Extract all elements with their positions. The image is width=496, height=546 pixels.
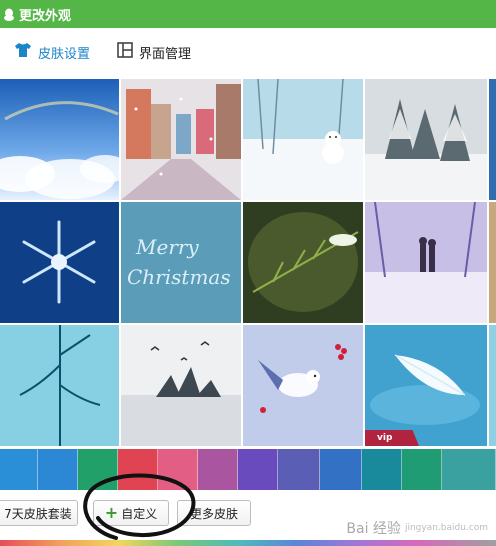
color-swatch[interactable]	[158, 449, 198, 490]
seven-day-skin-package-button[interactable]: 7天皮肤套装	[0, 500, 78, 526]
layout-icon	[117, 42, 133, 62]
more-skins-button[interactable]: 更多皮肤	[177, 500, 251, 526]
svg-text:Merry: Merry	[135, 235, 199, 259]
color-swatch[interactable]	[320, 449, 362, 490]
color-swatch[interactable]	[442, 449, 496, 490]
color-swatch[interactable]	[38, 449, 78, 490]
color-swatch[interactable]	[78, 449, 118, 490]
skin-tile-sky-clouds[interactable]	[0, 79, 119, 200]
change-appearance-window: 更改外观 皮肤设置 界面管理 Merry Christmas vip 7天皮肤套…	[0, 0, 496, 546]
color-swatch[interactable]	[118, 449, 158, 490]
skin-tile-bird-red-berries[interactable]	[243, 325, 363, 446]
tab-interface-management[interactable]: 界面管理	[105, 28, 191, 76]
title-bar: 更改外观	[0, 0, 496, 28]
skin-tile-frozen-branches[interactable]	[0, 325, 119, 446]
penguin-icon	[2, 7, 16, 21]
skin-tile-fir-branch-snow[interactable]	[243, 202, 363, 323]
vip-badge: vip	[365, 430, 419, 446]
color-swatch[interactable]	[278, 449, 320, 490]
tshirt-icon	[14, 42, 32, 62]
skin-tile-snowy-street[interactable]	[121, 79, 241, 200]
skin-tile-merry-christmas-frost[interactable]: Merry Christmas	[121, 202, 241, 323]
skin-tile-partial-2[interactable]	[489, 202, 496, 323]
palette-strip-bottom	[0, 540, 496, 546]
tab-interface-management-label: 界面管理	[139, 46, 192, 62]
skin-tile-snowman[interactable]	[243, 79, 363, 200]
skin-tile-partial-3[interactable]	[489, 325, 496, 446]
window-title: 更改外观	[19, 8, 72, 24]
svg-text:Christmas: Christmas	[127, 265, 231, 289]
custom-skin-label: 自定义	[121, 506, 158, 521]
color-swatch[interactable]	[238, 449, 278, 490]
skin-tile-couple-snow-walk[interactable]	[365, 202, 487, 323]
color-palette	[0, 449, 496, 490]
skin-tile-white-feather[interactable]: vip	[365, 325, 487, 446]
skin-tile-partial-1[interactable]	[489, 79, 496, 200]
skin-tile-snowflake[interactable]	[0, 202, 119, 323]
bottom-bar: 7天皮肤套装 + 自定义 更多皮肤	[0, 490, 496, 546]
skin-tile-snowy-forest[interactable]	[365, 79, 487, 200]
skin-tile-winter-lake-birds[interactable]	[121, 325, 241, 446]
tab-bar: 皮肤设置 界面管理	[0, 28, 496, 76]
tab-skin-settings[interactable]: 皮肤设置	[0, 28, 105, 76]
color-swatch[interactable]	[0, 449, 38, 490]
custom-skin-button[interactable]: + 自定义	[93, 500, 169, 526]
plus-icon: +	[104, 503, 119, 522]
color-swatch[interactable]	[402, 449, 442, 490]
color-swatch[interactable]	[362, 449, 402, 490]
skin-grid: Merry Christmas vip	[0, 79, 496, 448]
tab-skin-settings-label: 皮肤设置	[38, 46, 91, 62]
color-swatch[interactable]	[198, 449, 238, 490]
